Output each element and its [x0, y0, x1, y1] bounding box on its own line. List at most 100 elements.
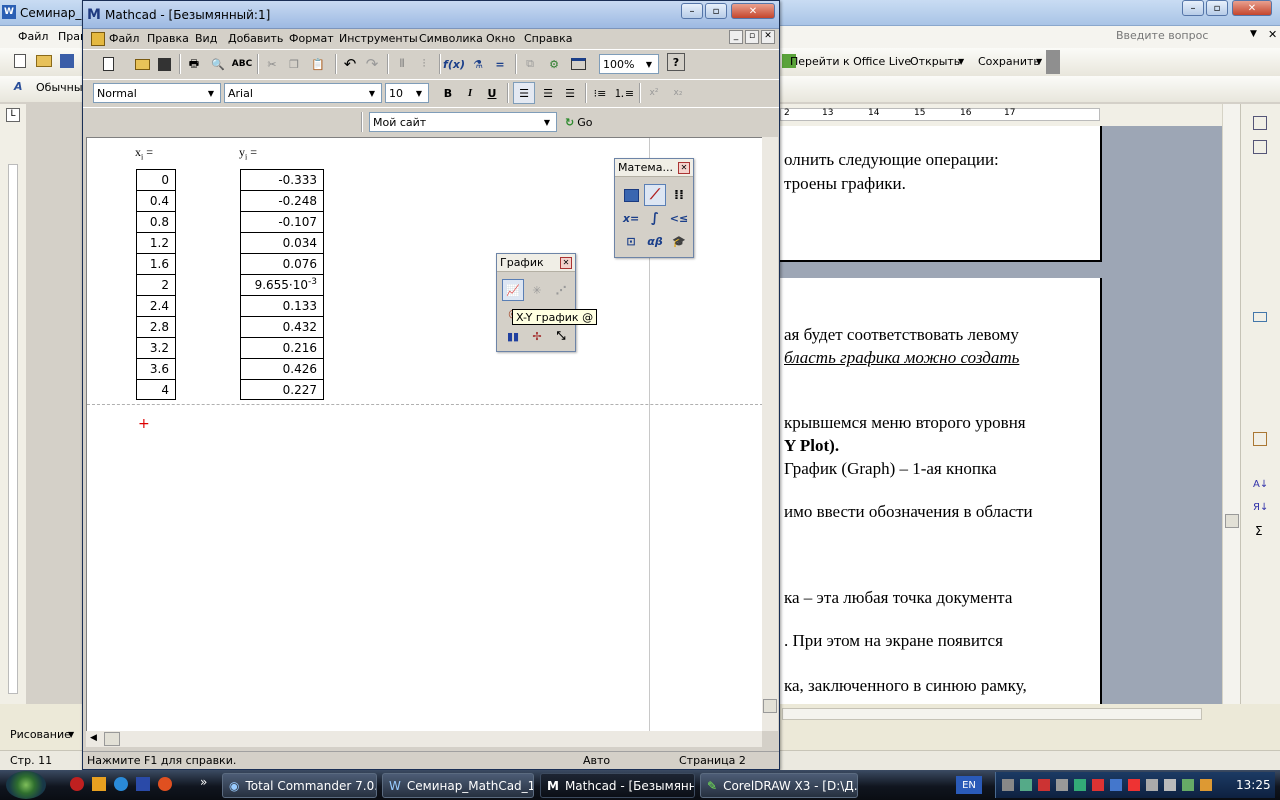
align-down-icon[interactable]: ⫶	[413, 53, 435, 75]
bar-plot-icon[interactable]: ▮▮	[502, 325, 524, 347]
y-value-cell[interactable]: 0.076	[241, 253, 323, 274]
resource-icon[interactable]: ⚙	[543, 53, 565, 75]
paste-icon[interactable]: 📋	[307, 53, 329, 75]
x-value-cell[interactable]: 4	[137, 379, 175, 400]
bold-icon[interactable]: B	[437, 82, 459, 104]
x-value-cell[interactable]: 3.2	[137, 337, 175, 358]
spell-check-icon[interactable]: ABC	[231, 53, 253, 75]
units-icon[interactable]: ⚗	[467, 53, 489, 75]
opera-icon[interactable]	[70, 777, 84, 791]
doc-restore-button[interactable]: ▫	[745, 30, 759, 44]
chevron-down-icon[interactable]: ▼	[958, 57, 964, 66]
new-document-icon[interactable]	[14, 54, 26, 68]
firefox-icon[interactable]	[158, 777, 172, 791]
chevron-down-icon[interactable]: ▼	[68, 730, 74, 739]
word-horizontal-scrollbar[interactable]	[782, 708, 1202, 720]
menu-format[interactable]: Формат	[289, 32, 334, 45]
word-menu-file[interactable]: Файл	[18, 30, 48, 43]
calculator-icon[interactable]	[620, 184, 642, 206]
graph-palette-icon[interactable]: ⟋	[644, 184, 666, 206]
task-total-commander[interactable]: ◉ Total Commander 7.0...	[222, 773, 377, 798]
y-value-cell[interactable]: 0.133	[241, 295, 323, 316]
print-preview-icon[interactable]: 🔍	[207, 53, 229, 75]
tray-icon[interactable]	[1020, 779, 1032, 791]
bullets-icon[interactable]: ⁝≡	[589, 82, 611, 104]
tray-icon[interactable]	[1128, 779, 1140, 791]
save-icon[interactable]	[60, 54, 74, 68]
y-value-cell[interactable]: 0.227	[241, 379, 323, 400]
sum-icon[interactable]: Σ	[1255, 524, 1263, 538]
zoom-select[interactable]: 100% ▼	[599, 54, 659, 74]
x-value-cell[interactable]: 2	[137, 274, 175, 295]
x-value-cell[interactable]: 0	[137, 169, 175, 190]
symbolic-icon[interactable]: 🎓	[668, 230, 690, 252]
check-icon[interactable]	[1253, 140, 1267, 154]
network-icon[interactable]	[1146, 779, 1158, 791]
site-select[interactable]: Мой сайт ▼	[369, 112, 557, 132]
y-value-cell[interactable]: -0.107	[241, 211, 323, 232]
clock[interactable]: 13:25	[1236, 778, 1271, 792]
tray-icon[interactable]	[1182, 779, 1194, 791]
task-word-document[interactable]: WСеминар_MathCad_1(...	[382, 773, 534, 798]
mathcad-maximize-button[interactable]: ▫	[705, 3, 727, 19]
media-icon[interactable]	[92, 777, 106, 791]
sort-descending-icon[interactable]: Я↓	[1253, 502, 1268, 513]
chevron-down-icon[interactable]: ▼	[412, 86, 426, 100]
chart-icon[interactable]	[1253, 432, 1267, 446]
volume-icon[interactable]	[1164, 779, 1176, 791]
new-icon[interactable]	[97, 53, 119, 75]
xy-plot-icon[interactable]: 📈	[502, 279, 524, 301]
y-value-cell[interactable]: -0.333	[241, 169, 323, 190]
tray-icon[interactable]	[1092, 779, 1104, 791]
x-value-cell[interactable]: 1.2	[137, 232, 175, 253]
boolean-icon[interactable]: <≤	[668, 207, 690, 229]
greek-icon[interactable]: αβ	[644, 230, 666, 252]
y-value-cell[interactable]: 9.655·10 -3	[241, 274, 323, 295]
tray-icon[interactable]	[1038, 779, 1050, 791]
help-icon[interactable]: ?	[667, 53, 685, 71]
doc-minimize-button[interactable]: _	[729, 30, 743, 44]
open-folder-icon[interactable]	[131, 53, 153, 75]
save-dropdown-button[interactable]: Сохранить	[978, 55, 1040, 68]
table-icon[interactable]	[1253, 312, 1267, 322]
menu-view[interactable]: Вид	[195, 32, 217, 45]
align-right-icon[interactable]: ☰	[559, 82, 581, 104]
doc-close-button[interactable]: ✕	[761, 30, 775, 44]
redo-icon[interactable]: ↷	[361, 53, 383, 75]
more-icon[interactable]: »	[200, 775, 207, 789]
chevron-down-icon[interactable]: ▼	[1036, 57, 1042, 66]
tray-icon[interactable]	[1074, 779, 1086, 791]
x-values-table[interactable]: 0 0.4 0.8 1.2 1.6 2 2.4 2.8 3.2 3.6 4	[136, 169, 176, 400]
subscript-icon[interactable]: x₂	[667, 82, 689, 104]
task-coreldraw[interactable]: ✎ CorelDRAW X3 - [D:\Д...	[700, 773, 858, 798]
close-icon[interactable]: ✕	[560, 257, 572, 269]
surface-plot-icon[interactable]: ⋰	[550, 279, 572, 301]
menu-window[interactable]: Окно	[486, 32, 515, 45]
tray-icon[interactable]	[1200, 779, 1212, 791]
bluetooth-icon[interactable]	[1110, 779, 1122, 791]
component-icon[interactable]: ⧉	[519, 53, 541, 75]
y-value-cell[interactable]: 0.432	[241, 316, 323, 337]
calculate-icon[interactable]: =	[489, 53, 511, 75]
italic-icon[interactable]: I	[459, 82, 481, 104]
numbering-icon[interactable]: ⒈≡	[613, 82, 635, 104]
menu-edit[interactable]: Правка	[147, 32, 189, 45]
edit-icon[interactable]	[1253, 116, 1267, 130]
style-select[interactable]: Normal ▼	[93, 83, 221, 103]
word-vertical-scrollbar[interactable]	[1222, 104, 1240, 704]
menu-symbolics[interactable]: Символика	[419, 32, 483, 45]
print-icon[interactable]: 🖶	[183, 53, 205, 75]
sort-ascending-icon[interactable]: А↓	[1253, 479, 1268, 490]
scroll-left-icon[interactable]: ◀	[90, 733, 97, 743]
superscript-icon[interactable]: x²	[643, 82, 665, 104]
x-value-cell[interactable]: 0.4	[137, 190, 175, 211]
mathcad-horizontal-scrollbar[interactable]: ◀	[86, 731, 762, 747]
chevron-down-icon[interactable]: ▼	[642, 57, 656, 71]
menu-tools[interactable]: Инструменты	[339, 32, 418, 45]
function-icon[interactable]: f(x)	[443, 53, 465, 75]
toolbar-handle[interactable]	[1046, 50, 1060, 74]
x-value-cell[interactable]: 2.8	[137, 316, 175, 337]
open-button[interactable]: Открыть	[910, 55, 960, 68]
chevron-down-icon[interactable]: ▼	[204, 86, 218, 100]
underline-icon[interactable]: U	[481, 82, 503, 104]
